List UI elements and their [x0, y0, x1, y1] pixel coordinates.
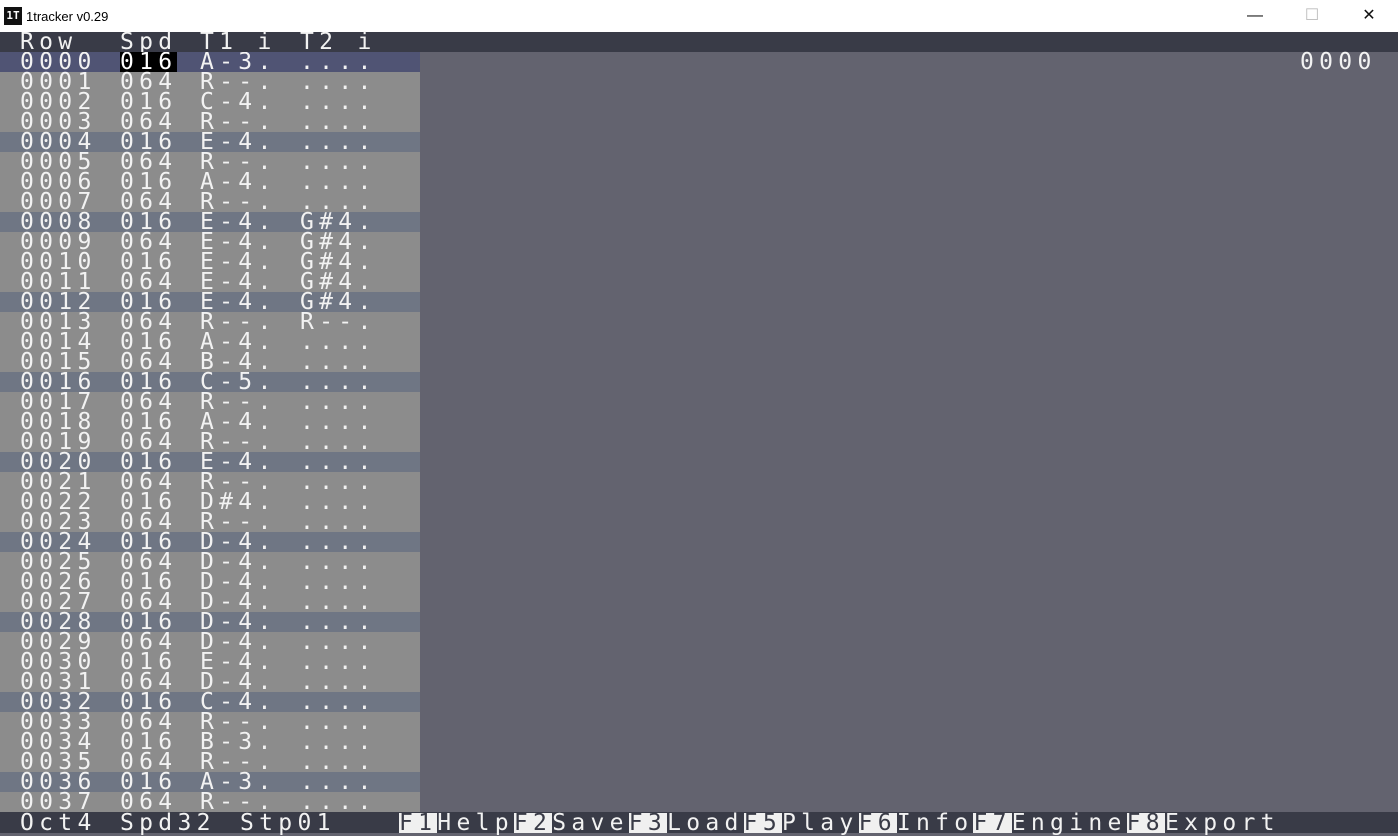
function-key-f7-button[interactable]: F7Engine — [973, 810, 1127, 836]
window-title: 1tracker v0.29 — [26, 9, 109, 24]
function-key-label: Info — [896, 810, 974, 836]
minimize-button[interactable]: — — [1226, 0, 1284, 32]
function-key-label: Export — [1164, 810, 1280, 836]
window-titlebar: 1T 1tracker v0.29 — ☐ ✕ — [0, 0, 1398, 32]
speed-indicator: Spd32 — [120, 810, 216, 836]
function-key-f3-button[interactable]: F3Load — [628, 810, 744, 836]
function-key-label: Engine — [1011, 810, 1127, 836]
function-key-cap: F7 — [973, 810, 1012, 836]
function-key-cap: F6 — [858, 810, 897, 836]
function-key-cap: F8 — [1126, 810, 1165, 836]
row-number-cell: 0037 — [20, 789, 97, 813]
track-2-note-cell[interactable]: .... — [300, 791, 377, 813]
function-key-cap: F1 — [399, 810, 438, 836]
function-key-f8-button[interactable]: F8Export — [1126, 810, 1280, 836]
function-key-f1-button[interactable]: F1Help — [399, 810, 514, 836]
function-key-cap: F5 — [743, 810, 782, 836]
track-1-note-cell[interactable]: R--. — [200, 791, 277, 813]
function-key-label: Load — [667, 810, 744, 836]
close-button[interactable]: ✕ — [1340, 0, 1398, 32]
function-key-f5-button[interactable]: F5Play — [743, 810, 859, 836]
function-key-label: Save — [552, 810, 629, 836]
pattern-row[interactable]: 0037 064 R--..... — [0, 789, 420, 813]
column-header-track-1: T1 i — [200, 29, 277, 55]
function-key-bar: F1Help F2Save F3Load F5Play F6Info F7Engine F8… — [399, 810, 1280, 836]
function-key-label: Help — [437, 810, 514, 836]
function-key-label: Play — [781, 810, 859, 836]
column-header-bar: Row Spd T1 i T2 i — [0, 29, 1398, 55]
app-logo-icon: 1T — [4, 7, 22, 25]
column-header-speed: Spd — [120, 29, 178, 55]
pattern-editor[interactable]: 0000 016 A-3..... 0001 064 R--..... 0002 016 C-4… — [0, 52, 420, 812]
status-bar: Oct4 Spd32 Stp01 F1Help F2Save F3Load F5Pla… — [0, 810, 1398, 836]
column-header-track-2: T2 i — [300, 29, 377, 55]
maximize-button[interactable]: ☐ — [1283, 0, 1341, 32]
position-readout: 0000 — [1300, 49, 1377, 75]
function-key-cap: F2 — [513, 810, 553, 836]
speed-cell[interactable]: 064 — [120, 791, 177, 813]
column-header-row: Row — [20, 29, 78, 55]
octave-indicator: Oct4 — [20, 810, 97, 836]
step-indicator: Stp01 — [240, 810, 336, 836]
function-key-f6-button[interactable]: F6Info — [858, 810, 974, 836]
function-key-f2-button[interactable]: F2Save — [513, 810, 629, 836]
function-key-cap: F3 — [628, 810, 668, 836]
